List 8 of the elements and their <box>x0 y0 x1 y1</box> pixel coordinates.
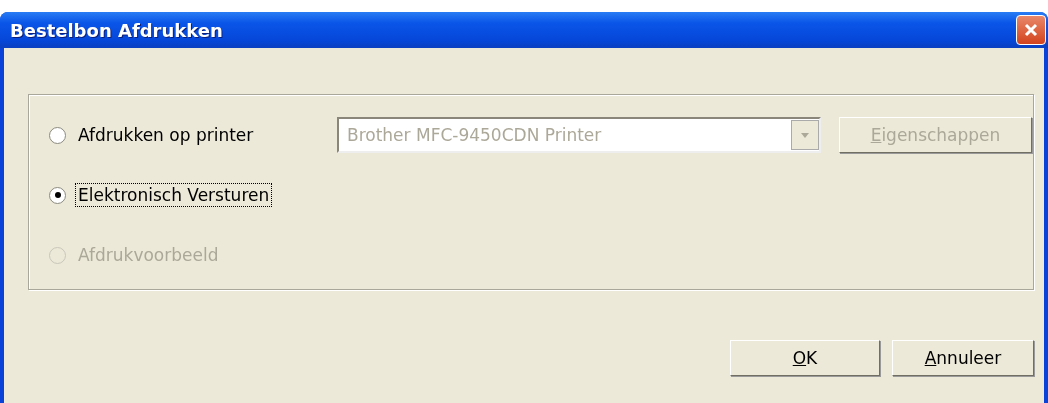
ok-button[interactable]: OK <box>730 340 880 376</box>
window-title: Bestelbon Afdrukken <box>10 19 223 41</box>
radio-option[interactable]: Elektronisch Versturen <box>49 184 337 206</box>
close-button[interactable] <box>1016 15 1046 45</box>
caret-icon <box>799 131 811 139</box>
cancel-button[interactable]: Annuleer <box>892 340 1034 376</box>
close-icon <box>1023 22 1039 38</box>
radio-option[interactable]: Afdrukken op printer <box>49 124 337 146</box>
